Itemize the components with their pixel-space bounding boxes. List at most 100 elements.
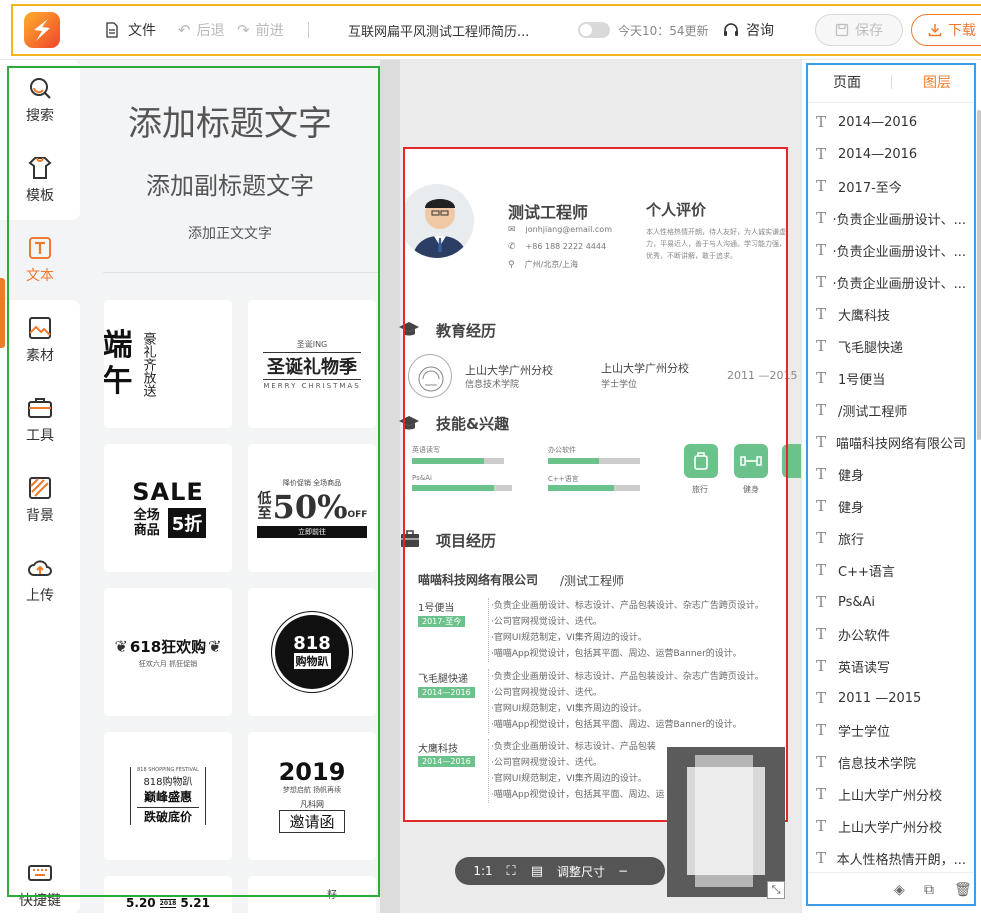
resize-button[interactable]: 调整尺寸 bbox=[549, 863, 613, 880]
skill-label-cpp[interactable]: C++语言 bbox=[548, 474, 579, 484]
tab-layer[interactable]: 图层 bbox=[923, 72, 951, 92]
resume-phone-row[interactable]: ✆ +86 188 2222 4444 bbox=[508, 242, 606, 252]
proj-name-2[interactable]: 飞毛腿快递 bbox=[418, 670, 468, 685]
proj-bullets-1[interactable]: ·负责企业画册设计、标志设计、产品包装设计、杂志广告跨页设计。 ·公司官网视觉设… bbox=[488, 598, 764, 662]
add-body-text[interactable]: 添加正文文字 bbox=[80, 223, 380, 243]
proj-bullets-2[interactable]: ·负责企业画册设计、标志设计、产品包装设计、杂志广告跨页设计。 ·公司官网视觉设… bbox=[488, 669, 764, 733]
proj-role[interactable]: /测试工程师 bbox=[560, 572, 624, 589]
page-minimap[interactable]: ⤡ bbox=[667, 747, 785, 899]
eval-text[interactable]: 本人性格热情开朗，待人友好，为人诚实谦虚。工作勤奋，认真负责，能吃苦耐劳，尽职尽… bbox=[646, 226, 787, 262]
edu-years[interactable]: 2011 —2015 bbox=[727, 369, 798, 382]
zoom-ratio-button[interactable]: 1:1 bbox=[469, 864, 497, 878]
nav-shortcuts[interactable]: 快捷键 bbox=[0, 850, 80, 920]
layer-item[interactable]: T 信息技术学院 bbox=[816, 746, 966, 778]
proj-period-2[interactable]: 2014—2016 bbox=[418, 687, 475, 698]
text-template-50off[interactable]: 降价促销 全场商品 低至 50% OFF 立即前往 bbox=[248, 444, 376, 572]
text-template-818-festival[interactable]: 818 SHOPPING FESTIVAL 818购物趴 巅峰盛惠 跌破底价 bbox=[104, 732, 232, 860]
edu-school-1[interactable]: 上山大学广州分校 bbox=[465, 362, 553, 378]
layer-item[interactable]: T Ps&Ai bbox=[816, 586, 966, 618]
layer-item[interactable]: T 学士学位 bbox=[816, 714, 966, 746]
nav-tools[interactable]: 工具 bbox=[0, 385, 80, 455]
text-template-duanwu[interactable]: 端 午 豪礼齐放送 bbox=[104, 300, 232, 428]
text-template-last[interactable]: 籽 bbox=[248, 876, 376, 913]
layer-item[interactable]: T 2011 —2015 bbox=[816, 682, 966, 714]
add-heading-text[interactable]: 添加标题文字 bbox=[80, 96, 380, 145]
layer-item[interactable]: T 健身 bbox=[816, 458, 966, 490]
layer-item[interactable]: T 2014—2016 bbox=[816, 106, 966, 138]
edu-college[interactable]: 信息技术学院 bbox=[465, 377, 519, 390]
skill-bar-cpp[interactable] bbox=[548, 485, 640, 491]
layer-item[interactable]: T 2014—2016 bbox=[816, 138, 966, 170]
text-template-818[interactable]: 818 购物趴 bbox=[248, 588, 376, 716]
resume-location-row[interactable]: ⚲ 广州/北京/上海 bbox=[508, 259, 578, 270]
nav-background[interactable]: 背景 bbox=[0, 465, 80, 535]
text-template-520[interactable]: 5.20 2018 5.21 bbox=[104, 876, 232, 913]
skill-label-office[interactable]: 办公软件 bbox=[548, 445, 576, 455]
undo-button[interactable]: ↶ 后退 bbox=[178, 0, 225, 60]
layer-item[interactable]: T ·负责企业画册设计、... bbox=[816, 234, 966, 266]
layer-item[interactable]: T 英语读写 bbox=[816, 650, 966, 682]
text-template-sale[interactable]: SALE 全场商品 5折 bbox=[104, 444, 232, 572]
layer-item[interactable]: T ·负责企业画册设计、... bbox=[816, 266, 966, 298]
trash-icon[interactable]: 🗑 bbox=[954, 882, 972, 898]
minimap-collapse-icon[interactable]: ⤡ bbox=[767, 881, 785, 899]
layer-item[interactable]: T 2017-至今 bbox=[816, 170, 966, 202]
interest-fitness[interactable] bbox=[734, 444, 768, 478]
eval-title[interactable]: 个人评价 bbox=[646, 199, 706, 220]
edu-school-2[interactable]: 上山大学广州分校 bbox=[601, 360, 689, 376]
nav-upload[interactable]: 上传 bbox=[0, 545, 80, 615]
nav-text[interactable]: 文本 bbox=[0, 225, 80, 295]
nav-search[interactable]: 搜索 bbox=[0, 65, 80, 135]
layer-item[interactable]: T 喵喵科技网络有限公司 bbox=[816, 426, 966, 458]
edu-title[interactable]: 教育经历 bbox=[436, 320, 496, 341]
layer-item[interactable]: T 大鹰科技 bbox=[816, 298, 966, 330]
skill-label-psai[interactable]: Ps&Ai bbox=[412, 474, 432, 482]
skill-bar-psai[interactable] bbox=[412, 485, 512, 491]
redo-button[interactable]: ↷ 前进 bbox=[237, 0, 284, 60]
avatar[interactable] bbox=[400, 184, 474, 258]
layer-item[interactable]: T 健身 bbox=[816, 490, 966, 522]
proj-period-1[interactable]: 2017-至今 bbox=[418, 616, 466, 627]
layer-item[interactable]: T 上山大学广州分校 bbox=[816, 810, 966, 842]
canvas-scrollbar[interactable] bbox=[380, 60, 400, 913]
layer-item[interactable]: T 1号便当 bbox=[816, 362, 966, 394]
fit-screen-icon[interactable]: ⛶ bbox=[497, 864, 525, 879]
document-title[interactable]: 互联网扁平风测试工程师简历... bbox=[348, 0, 529, 60]
layer-item[interactable]: T 旅行 bbox=[816, 522, 966, 554]
text-template-618[interactable]: ❦ 618狂欢购 ❦ 狂欢六月 抓狂促销 bbox=[104, 588, 232, 716]
add-subheading-text[interactable]: 添加副标题文字 bbox=[80, 166, 380, 201]
text-template-2019-invite[interactable]: 2019 梦想启航 扬帆再续 凡科网 邀请函 bbox=[248, 732, 376, 860]
interest-partial[interactable] bbox=[782, 444, 801, 478]
text-template-christmas[interactable]: 圣诞ING 圣诞礼物季 MERRY CHRISTMAS bbox=[248, 300, 376, 428]
proj-period-3[interactable]: 2014—2016 bbox=[418, 756, 475, 767]
skills-title[interactable]: 技能&兴趣 bbox=[436, 413, 509, 434]
proj-name-3[interactable]: 大鹰科技 bbox=[418, 740, 458, 755]
interest-fitness-label[interactable]: 健身 bbox=[743, 484, 759, 495]
interest-travel[interactable] bbox=[684, 444, 718, 478]
skill-bar-office[interactable] bbox=[548, 458, 640, 464]
proj-bullets-3[interactable]: ·负责企业画册设计、标志设计、产品包装 ·公司官网视觉设计、迭代。 ·官网UI规… bbox=[488, 739, 664, 803]
nav-material[interactable]: 素材 bbox=[0, 305, 80, 375]
proj-company[interactable]: 喵喵科技网络有限公司 bbox=[418, 571, 538, 588]
app-logo[interactable] bbox=[22, 10, 62, 50]
proj-title[interactable]: 项目经历 bbox=[436, 530, 496, 551]
copy-icon[interactable]: ⧉ bbox=[924, 882, 934, 898]
download-button[interactable]: 下载 bbox=[911, 14, 981, 46]
autosave-status[interactable]: 今天10：54更新 bbox=[578, 0, 709, 60]
tab-page[interactable]: 页面 bbox=[833, 72, 861, 92]
zoom-out-icon[interactable]: − bbox=[613, 864, 633, 878]
layer-item[interactable]: T 飞毛腿快递 bbox=[816, 330, 966, 362]
layers-scrollbar[interactable] bbox=[977, 110, 981, 440]
skill-bar-english[interactable] bbox=[412, 458, 504, 464]
consult-button[interactable]: 咨询 bbox=[722, 0, 774, 60]
interest-travel-label[interactable]: 旅行 bbox=[692, 484, 708, 495]
resume-email-row[interactable]: ✉ jonhjiang@email.com bbox=[508, 225, 612, 235]
layout-icon[interactable]: ▤ bbox=[525, 864, 549, 879]
layer-item[interactable]: T 办公软件 bbox=[816, 618, 966, 650]
proj-name-1[interactable]: 1号便当 bbox=[418, 599, 454, 614]
skill-label-english[interactable]: 英语读写 bbox=[412, 445, 440, 455]
resume-name[interactable]: 测试工程师 bbox=[508, 199, 588, 223]
minimap-viewport[interactable] bbox=[695, 755, 753, 887]
autosave-toggle[interactable] bbox=[578, 22, 610, 38]
layer-item[interactable]: T C++语言 bbox=[816, 554, 966, 586]
